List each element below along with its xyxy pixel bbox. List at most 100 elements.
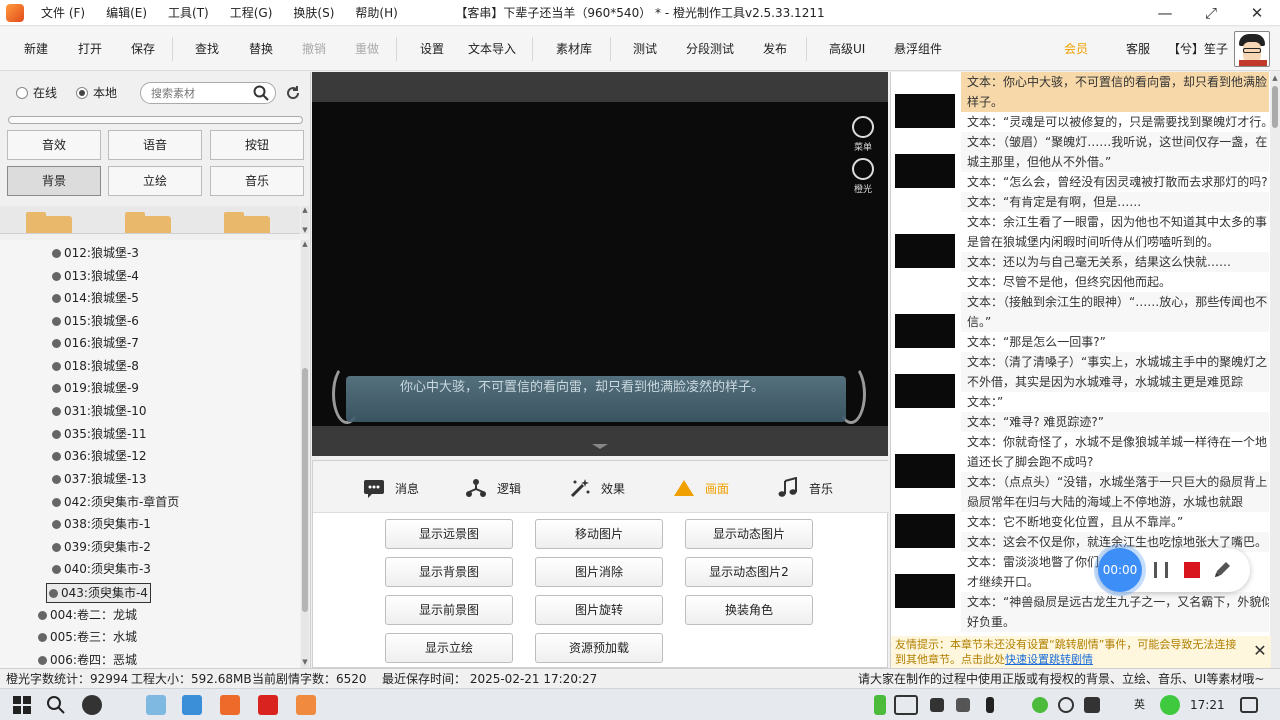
search-icon[interactable] xyxy=(253,85,269,101)
search-icon[interactable] xyxy=(46,695,66,715)
tab-logic[interactable]: 逻辑 xyxy=(465,473,521,503)
tree-item[interactable]: 018:狼城堡-8 xyxy=(52,355,139,377)
menu-help[interactable]: 帮助(H) xyxy=(354,0,411,26)
tree-item[interactable]: 042:须臾集市-章首页 xyxy=(52,491,179,513)
tray-battery-icon[interactable] xyxy=(874,695,886,715)
tree-item-selected[interactable]: 043:须臾集市-4 xyxy=(46,583,151,603)
show-background-button[interactable]: 显示背景图 xyxy=(385,557,513,587)
folder-icon[interactable] xyxy=(125,212,171,233)
tab-effects[interactable]: 效果 xyxy=(569,473,625,503)
minimize-button[interactable]: — xyxy=(1142,0,1188,26)
scene-thumbnail[interactable] xyxy=(895,574,955,608)
category-voice[interactable]: 语音 xyxy=(108,130,202,160)
scene-thumbnail[interactable] xyxy=(895,94,955,128)
script-line[interactable]: 文本：“难寻? 难觅踪迹?” xyxy=(961,412,1269,432)
close-icon[interactable]: ✕ xyxy=(1251,642,1269,660)
script-line[interactable]: 文本：“有肯定是有啊，但是…… xyxy=(961,192,1269,212)
change-costume-button[interactable]: 换装角色 xyxy=(685,595,813,625)
tray-volume-icon[interactable] xyxy=(1084,697,1100,713)
show-animated-picture-2-button[interactable]: 显示动态图片2 xyxy=(685,557,813,587)
open-button[interactable]: 打开 xyxy=(78,27,102,71)
publish-button[interactable]: 发布 xyxy=(763,27,787,71)
orange-light-tool-icon[interactable] xyxy=(296,695,316,715)
test-button[interactable]: 测试 xyxy=(633,27,657,71)
category-buttons[interactable]: 按钮 xyxy=(210,130,304,160)
menu-file[interactable]: 文件 (F) xyxy=(40,0,99,26)
tree-item[interactable]: 012:狼城堡-3 xyxy=(52,242,139,264)
category-backgrounds[interactable]: 背景 xyxy=(7,166,101,196)
tree-item[interactable]: 005:卷三：水城 xyxy=(38,626,137,648)
tree-item[interactable]: 013:狼城堡-4 xyxy=(52,265,139,287)
notification-icon[interactable] xyxy=(1240,697,1258,713)
tree-item[interactable]: 031:狼城堡-10 xyxy=(52,400,147,422)
preview-menu-icon[interactable]: 菜单 xyxy=(850,116,876,153)
script-line[interactable]: 文本：“那是怎么一回事?” xyxy=(961,332,1269,352)
tree-item[interactable]: 006:卷四：恶城 xyxy=(38,649,137,668)
pen-icon[interactable] xyxy=(1212,560,1232,580)
save-button[interactable]: 保存 xyxy=(131,27,155,71)
wps-icon[interactable] xyxy=(258,695,278,715)
avatar[interactable] xyxy=(1234,31,1270,67)
recording-timer[interactable]: 00:00 xyxy=(1098,548,1142,592)
find-button[interactable]: 查找 xyxy=(195,27,219,71)
folder-scrollbar[interactable]: ▲ ▼ xyxy=(301,206,309,234)
script-line[interactable]: 文本：余江生看了一眼雷，因为他也不知道其中太多的事 xyxy=(961,212,1269,232)
show-distant-view-button[interactable]: 显示远景图 xyxy=(385,519,513,549)
undo-button[interactable]: 撤销 xyxy=(302,27,326,71)
tree-item[interactable]: 037:狼城堡-13 xyxy=(52,468,147,490)
scene-thumbnail[interactable] xyxy=(895,454,955,488)
refresh-icon[interactable] xyxy=(285,85,301,101)
tab-message[interactable]: 消息 xyxy=(363,473,419,503)
script-line[interactable]: 文本：你就奇怪了，水城不是像狼城羊城一样待在一个地 xyxy=(961,432,1269,452)
tray-network-icon[interactable] xyxy=(1058,697,1074,713)
input-method-label[interactable]: 英 xyxy=(1134,689,1145,720)
script-line[interactable]: 文本：（点点头）“没错，水城坐落于一只巨大的赑屃背上 xyxy=(961,472,1269,492)
erase-picture-button[interactable]: 图片消除 xyxy=(535,557,663,587)
script-line[interactable]: 文本：还以为与自己毫无关系，结果这么快就…… xyxy=(961,252,1269,272)
clock[interactable]: 17:21 xyxy=(1190,689,1225,720)
script-line[interactable]: 文本：“神兽赑屃是远古龙生九子之一，又名霸下，外貌似 xyxy=(961,592,1269,612)
script-line[interactable]: 赑屃常年在归与大陆的海域上不停地游，水城也就跟 xyxy=(961,492,1269,512)
tree-item[interactable]: 015:狼城堡-6 xyxy=(52,310,139,332)
menu-tools[interactable]: 工具(T) xyxy=(167,0,223,26)
tray-app-icon[interactable] xyxy=(1032,697,1048,713)
script-line[interactable]: 是曾在狼城堡内闲暇时间听侍从们唠嗑听到的。 xyxy=(961,232,1269,252)
script-line[interactable]: 文本：（清了清嗓子）“事实上，水城城主手中的聚魄灯之 xyxy=(961,352,1269,372)
tab-picture[interactable]: 画面 xyxy=(673,473,729,503)
script-line[interactable]: 好负重。 xyxy=(961,612,1269,632)
tray-app-icon[interactable] xyxy=(1160,695,1180,715)
tree-item[interactable]: 039:须臾集市-2 xyxy=(52,536,151,558)
tree-item[interactable]: 035:狼城堡-11 xyxy=(52,423,147,445)
user-name[interactable]: 【兮】笙子 xyxy=(1168,27,1228,71)
category-sound-effects[interactable]: 音效 xyxy=(7,130,101,160)
radio-local[interactable]: 本地 xyxy=(76,84,117,101)
folder-icon[interactable] xyxy=(26,212,72,233)
app-icon[interactable] xyxy=(182,695,202,715)
customer-service-button[interactable]: 客服 xyxy=(1126,27,1150,71)
tree-item[interactable]: 004:卷二：龙城 xyxy=(38,604,137,626)
scroll-down-icon[interactable]: ▼ xyxy=(301,226,309,234)
floating-component-button[interactable]: 悬浮组件 xyxy=(894,27,942,71)
stop-icon[interactable] xyxy=(1184,562,1200,578)
script-line[interactable]: 文本：“怎么会，曾经没有因灵魂被打散而去求那灯的吗? xyxy=(961,172,1269,192)
script-line[interactable]: 文本：尽管不是他，但终究因他而起。 xyxy=(961,272,1269,292)
panel-resize-handle-icon[interactable] xyxy=(592,444,608,450)
scene-thumbnail[interactable] xyxy=(895,314,955,348)
preview-orange-icon[interactable]: 橙光 xyxy=(850,158,876,195)
script-line[interactable]: 城主那里，但他从不外借。” xyxy=(961,152,1269,172)
tree-item[interactable]: 036:狼城堡-12 xyxy=(52,445,147,467)
pause-icon[interactable] xyxy=(1154,562,1168,578)
scroll-down-icon[interactable]: ▼ xyxy=(301,658,309,666)
segment-test-button[interactable]: 分段测试 xyxy=(686,27,734,71)
script-line[interactable]: 文本：“灵魂是可以被修复的，只是需要找到聚魄灯才行。 xyxy=(961,112,1269,132)
restore-button[interactable]: ⤢ xyxy=(1188,0,1234,26)
show-portrait-button[interactable]: 显示立绘 xyxy=(385,633,513,663)
menu-project[interactable]: 工程(G) xyxy=(229,0,287,26)
script-line[interactable]: 信。” xyxy=(961,312,1269,332)
scrollbar-thumb[interactable] xyxy=(302,368,308,612)
script-line[interactable]: 文本：你心中大骇，不可置信的看向雷，却只看到他满脸 xyxy=(961,72,1269,92)
tip-link[interactable]: 快速设置跳转剧情 xyxy=(1005,653,1093,666)
tree-scrollbar[interactable]: ▲ ▼ xyxy=(301,240,309,668)
tray-app-icon[interactable] xyxy=(956,698,970,712)
script-line[interactable]: 文本：” xyxy=(961,392,1269,412)
